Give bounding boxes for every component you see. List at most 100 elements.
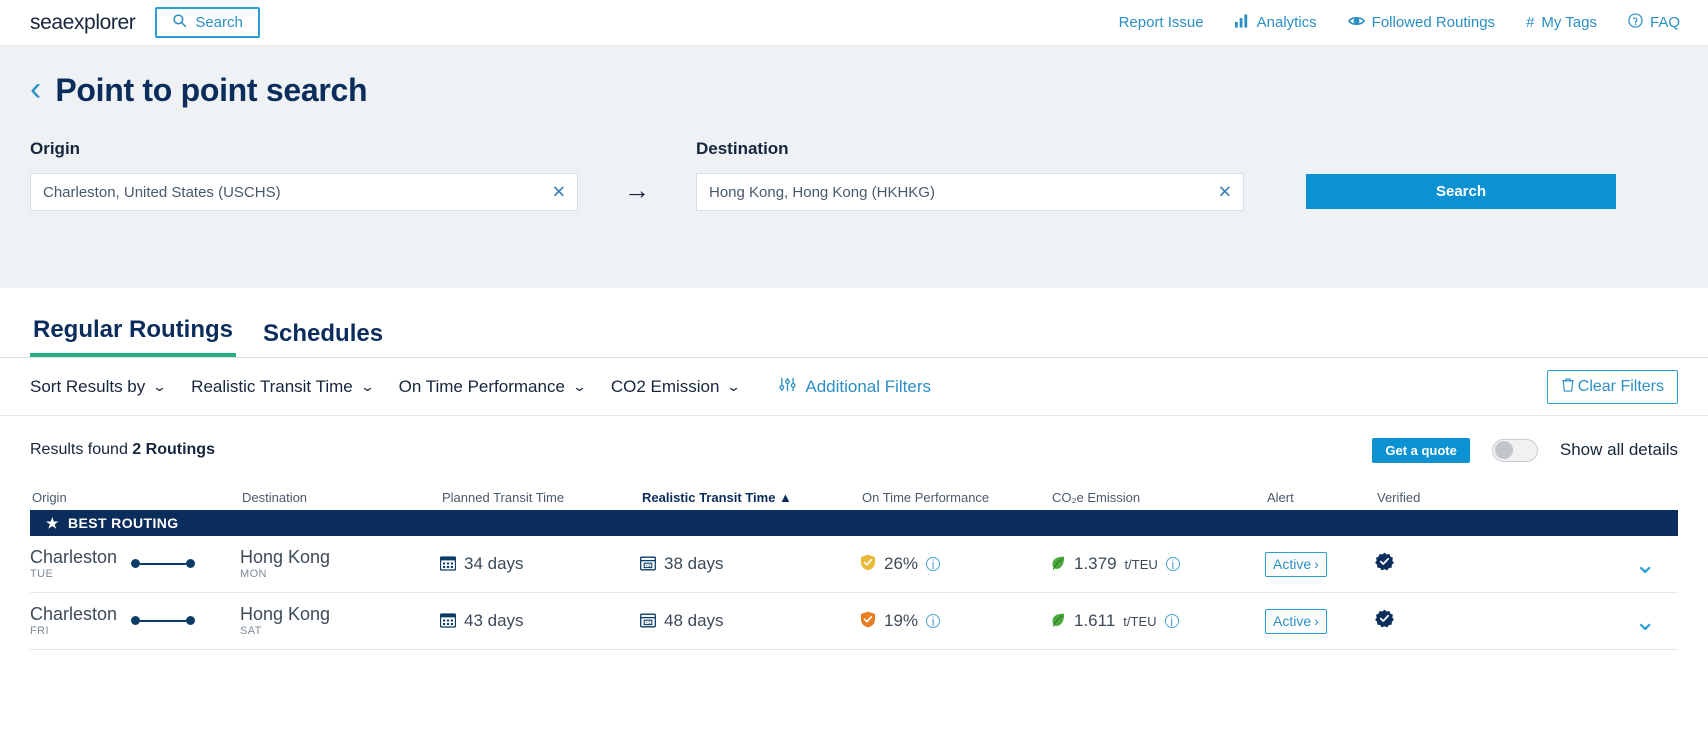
calendar-plus-icon: +1 <box>640 555 656 574</box>
filter-co2-emission-label: CO2 Emission <box>611 377 720 397</box>
origin-field-block: Origin Charleston, United States (USCHS)… <box>30 139 578 211</box>
nav-my-tags[interactable]: # My Tags <box>1526 14 1597 31</box>
filter-sort-results-by-label: Sort Results by <box>30 377 145 397</box>
page-title-row: ‹ Point to point search <box>30 72 1678 109</box>
destination-clear-icon[interactable]: ✕ <box>1218 184 1232 201</box>
filter-on-time-performance[interactable]: On Time Performance ⌄ <box>399 377 585 397</box>
row-destination-cell: Hong Kong MON <box>240 548 440 581</box>
calendar-icon <box>440 555 456 574</box>
origin-input[interactable]: Charleston, United States (USCHS) ✕ <box>30 173 578 211</box>
alert-active-chip[interactable]: Active › <box>1265 552 1327 577</box>
clear-filters-label: Clear Filters <box>1578 378 1664 396</box>
nav-report-issue[interactable]: Report Issue <box>1119 14 1204 31</box>
calendar-icon <box>440 612 456 631</box>
verified-badge-icon <box>1375 552 1394 571</box>
nav-links: Report Issue Analytics Followed Routings… <box>1119 13 1680 32</box>
chevron-down-icon: ⌄ <box>572 379 587 395</box>
verified-badge-icon <box>1375 609 1394 628</box>
column-header-verified[interactable]: Verified <box>1375 490 1485 505</box>
shield-icon <box>860 611 876 632</box>
tab-schedules[interactable]: Schedules <box>260 320 386 357</box>
route-leg-indicator <box>131 616 195 625</box>
alert-active-chip[interactable]: Active › <box>1265 609 1327 634</box>
origin-label: Origin <box>30 139 578 159</box>
leaf-icon <box>1050 555 1066 574</box>
chevron-right-icon: › <box>1314 613 1319 629</box>
row-alert-cell: Active › <box>1265 609 1375 634</box>
search-icon <box>172 13 187 32</box>
table-row[interactable]: Charleston FRI Hong Kong SAT 4 <box>30 593 1678 650</box>
row-planned-transit-value: 43 days <box>464 611 524 631</box>
destination-input-value: Hong Kong, Hong Kong (HKHKG) <box>709 184 935 201</box>
nav-followed-routings[interactable]: Followed Routings <box>1348 14 1495 31</box>
info-icon[interactable]: i <box>1165 614 1179 628</box>
filter-co2-emission[interactable]: CO2 Emission ⌄ <box>611 377 740 397</box>
arrow-right-icon: → <box>578 175 696 211</box>
nav-faq[interactable]: FAQ <box>1628 13 1680 32</box>
clear-filters-button[interactable]: Clear Filters <box>1547 370 1678 404</box>
nav-my-tags-label: My Tags <box>1541 14 1597 31</box>
routings-table: Origin Destination Planned Transit Time … <box>0 484 1708 650</box>
global-search-button[interactable]: Search <box>155 7 260 38</box>
tab-regular-routings[interactable]: Regular Routings <box>30 316 236 357</box>
shield-icon <box>860 554 876 575</box>
column-header-on-time-performance[interactable]: On Time Performance <box>860 490 1050 505</box>
row-on-time-performance-cell: 19% i <box>860 611 1050 632</box>
nav-analytics[interactable]: Analytics <box>1235 14 1317 32</box>
row-expand-chevron-down-icon[interactable]: ⌄ <box>1634 608 1678 634</box>
brand-logo[interactable]: seaexplorer <box>30 11 135 35</box>
row-on-time-performance-cell: 26% i <box>860 554 1050 575</box>
row-realistic-transit-value: 48 days <box>664 611 724 631</box>
info-icon[interactable]: i <box>1166 557 1180 571</box>
row-realistic-transit-value: 38 days <box>664 554 724 574</box>
filter-sort-results-by[interactable]: Sort Results by ⌄ <box>30 377 165 397</box>
column-header-destination[interactable]: Destination <box>240 490 440 505</box>
results-actions: Get a quote Show all details <box>1372 438 1678 463</box>
additional-filters-button[interactable]: Additional Filters <box>779 377 931 397</box>
destination-input[interactable]: Hong Kong, Hong Kong (HKHKG) ✕ <box>696 173 1244 211</box>
row-expand-chevron-down-icon[interactable]: ⌄ <box>1634 551 1678 577</box>
page-title: Point to point search <box>55 72 367 109</box>
row-origin-day: TUE <box>30 568 117 580</box>
best-routing-label: BEST ROUTING <box>68 515 179 531</box>
results-found-text: Results found 2 Routings <box>30 441 215 459</box>
show-all-details-toggle[interactable] <box>1492 439 1538 462</box>
leaf-icon <box>1050 612 1066 631</box>
results-found-count: 2 Routings <box>132 441 215 458</box>
search-submit-button[interactable]: Search <box>1306 174 1616 209</box>
row-co2-emission-unit: t/TEU <box>1123 614 1156 629</box>
chevron-left-icon[interactable]: ‹ <box>30 72 41 106</box>
origin-clear-icon[interactable]: ✕ <box>552 184 566 201</box>
chevron-down-icon: ⌄ <box>360 379 375 395</box>
column-header-alert[interactable]: Alert <box>1265 490 1375 505</box>
filter-realistic-transit-time[interactable]: Realistic Transit Time ⌄ <box>191 377 372 397</box>
row-co2-emission-value: 1.379 <box>1074 554 1117 574</box>
additional-filters-label: Additional Filters <box>805 377 931 397</box>
origin-input-value: Charleston, United States (USCHS) <box>43 184 281 201</box>
svg-text:+1: +1 <box>646 562 651 567</box>
search-panel: ‹ Point to point search Origin Charlesto… <box>0 46 1708 288</box>
column-header-origin[interactable]: Origin <box>30 490 240 505</box>
chevron-right-icon: › <box>1314 556 1319 572</box>
row-origin-day: FRI <box>30 625 117 637</box>
filter-on-time-performance-label: On Time Performance <box>399 377 565 397</box>
row-realistic-transit-cell: +1 48 days <box>640 611 860 631</box>
destination-label: Destination <box>696 139 1244 159</box>
table-row[interactable]: Charleston TUE Hong Kong MON 3 <box>30 536 1678 593</box>
info-icon[interactable]: i <box>926 614 940 628</box>
column-header-planned-transit-time[interactable]: Planned Transit Time <box>440 490 640 505</box>
eye-icon <box>1348 14 1365 31</box>
nav-report-issue-label: Report Issue <box>1119 14 1204 31</box>
row-destination-day: SAT <box>240 625 330 637</box>
question-circle-icon <box>1628 13 1643 32</box>
info-icon[interactable]: i <box>926 557 940 571</box>
column-header-realistic-transit-time[interactable]: Realistic Transit Time ▲ <box>640 490 860 505</box>
row-destination-name: Hong Kong <box>240 605 330 624</box>
row-destination-day: MON <box>240 568 330 580</box>
row-planned-transit-cell: 34 days <box>440 554 640 574</box>
star-icon: ★ <box>46 515 59 532</box>
column-header-co2e-emission[interactable]: CO₂e Emission <box>1050 490 1265 505</box>
get-a-quote-button[interactable]: Get a quote <box>1372 438 1470 463</box>
row-verified-cell <box>1375 552 1485 576</box>
chevron-down-icon: ⌄ <box>152 379 167 395</box>
